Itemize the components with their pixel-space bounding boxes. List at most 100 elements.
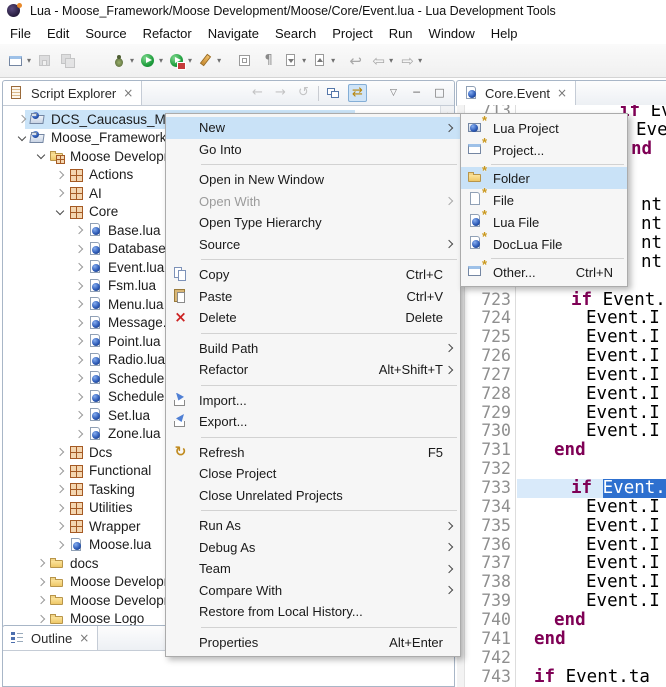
menu-refactor[interactable]: Refactor [135, 24, 200, 43]
close-icon[interactable]: × [123, 86, 133, 100]
new-wizard-button[interactable]: ▾ [5, 49, 34, 73]
chevron-right-icon[interactable] [34, 556, 49, 570]
code-line[interactable]: 727Event.I [457, 366, 666, 385]
forward-button[interactable]: ⇨▾ [396, 49, 425, 73]
chevron-right-icon[interactable] [34, 575, 49, 589]
chevron-right-icon[interactable] [34, 612, 49, 626]
dropdown-icon[interactable]: ▾ [389, 56, 393, 65]
code-line[interactable]: 740end [457, 611, 666, 630]
chevron-right-icon[interactable] [53, 482, 68, 496]
menu-item-build-path[interactable]: Build Path [166, 338, 460, 360]
code-line[interactable]: 742 [457, 649, 666, 668]
run-button[interactable]: ▾ [137, 49, 166, 73]
code-line[interactable]: 733if Event. [457, 479, 666, 498]
chevron-right-icon[interactable] [72, 371, 87, 385]
menu-item-properties[interactable]: PropertiesAlt+Enter [166, 632, 460, 654]
menu-item-run-as[interactable]: Run As [166, 515, 460, 537]
close-icon[interactable]: × [79, 631, 89, 645]
dropdown-icon[interactable]: ▾ [331, 56, 335, 65]
menu-item-open-type-hierarchy[interactable]: Open Type Hierarchy [166, 212, 460, 234]
chevron-right-icon[interactable] [72, 223, 87, 237]
dropdown-icon[interactable]: ▾ [188, 56, 192, 65]
dropdown-icon[interactable]: ▾ [418, 56, 422, 65]
run-last-button[interactable]: ▾ [166, 49, 195, 73]
last-edit-button[interactable]: ↩ [344, 49, 367, 73]
menu-item-source[interactable]: Source [166, 234, 460, 256]
menu-file[interactable]: File [2, 24, 39, 43]
menu-item-debug-as[interactable]: Debug As [166, 537, 460, 559]
chevron-right-icon[interactable] [53, 464, 68, 478]
menu-item-team[interactable]: Team [166, 558, 460, 580]
code-line[interactable]: 723if Event. [457, 291, 666, 310]
menu-item-doclua-file[interactable]: *DocLua File [461, 233, 627, 255]
menu-item-close-project[interactable]: Close Project [166, 463, 460, 485]
code-line[interactable]: 743if Event.ta [457, 668, 666, 687]
code-line[interactable]: 739Event.I [457, 592, 666, 611]
code-line[interactable]: 731end [457, 441, 666, 460]
open-element-button[interactable] [234, 49, 257, 73]
menu-item-open-with[interactable]: Open With [166, 191, 460, 213]
menu-window[interactable]: Window [421, 24, 483, 43]
chevron-right-icon[interactable] [72, 334, 87, 348]
chevron-right-icon[interactable] [72, 353, 87, 367]
tab-core-event[interactable]: Core.Event × [457, 81, 576, 105]
menu-item-go-into[interactable]: Go Into [166, 139, 460, 161]
code-line[interactable]: 730Event.I [457, 422, 666, 441]
chevron-right-icon[interactable] [53, 538, 68, 552]
chevron-right-icon[interactable] [53, 168, 68, 182]
dropdown-icon[interactable]: ▾ [130, 56, 134, 65]
chevron-right-icon[interactable] [72, 297, 87, 311]
se-back-icon[interactable]: ← [249, 85, 266, 101]
chevron-right-icon[interactable] [53, 445, 68, 459]
code-line[interactable]: 726Event.I [457, 347, 666, 366]
menu-item-close-unrelated-projects[interactable]: Close Unrelated Projects [166, 485, 460, 507]
close-icon[interactable]: × [557, 86, 567, 100]
code-line[interactable]: 735Event.I [457, 517, 666, 536]
show-ws-button[interactable]: ¶ [257, 49, 280, 73]
menu-project[interactable]: Project [324, 24, 380, 43]
menu-item-compare-with[interactable]: Compare With [166, 580, 460, 602]
code-line[interactable]: 736Event.I [457, 536, 666, 555]
code-line[interactable]: 728Event.I [457, 385, 666, 404]
chevron-right-icon[interactable] [53, 519, 68, 533]
menu-search[interactable]: Search [267, 24, 324, 43]
menu-item-export[interactable]: Export... [166, 411, 460, 433]
menu-item-copy[interactable]: CopyCtrl+C [166, 264, 460, 286]
menu-item-refactor[interactable]: RefactorAlt+Shift+T [166, 359, 460, 381]
save-all-button[interactable] [57, 49, 80, 73]
chevron-right-icon[interactable] [72, 279, 87, 293]
dropdown-icon[interactable]: ▾ [302, 56, 306, 65]
menu-item-import[interactable]: Import... [166, 390, 460, 412]
code-line[interactable]: 724Event.I [457, 309, 666, 328]
menu-item-open-in-new-window[interactable]: Open in New Window [166, 169, 460, 191]
tab-script-explorer[interactable]: Script Explorer × [3, 81, 142, 105]
collapse-all-icon[interactable] [325, 85, 342, 101]
code-line[interactable]: 732 [457, 460, 666, 479]
next-annotation-button[interactable]: ▾ [280, 49, 309, 73]
dropdown-icon[interactable]: ▾ [159, 56, 163, 65]
dropdown-icon[interactable]: ▾ [217, 56, 221, 65]
chevron-down-icon[interactable] [15, 131, 30, 145]
chevron-right-icon[interactable] [72, 316, 87, 330]
menu-item-other[interactable]: *Other...Ctrl+N [461, 261, 627, 283]
tab-outline[interactable]: Outline × [3, 626, 98, 650]
code-line[interactable]: 725Event.I [457, 328, 666, 347]
save-button[interactable] [34, 49, 57, 73]
se-up-icon[interactable]: ↺ [295, 85, 312, 101]
chevron-right-icon[interactable] [72, 408, 87, 422]
menu-run[interactable]: Run [381, 24, 421, 43]
dropdown-icon[interactable]: ▾ [27, 56, 31, 65]
prev-annotation-button[interactable]: ▾ [309, 49, 338, 73]
code-line[interactable]: 741end [457, 630, 666, 649]
link-editor-icon[interactable]: ⇄ [348, 84, 367, 102]
menu-item-delete[interactable]: ×DeleteDelete [166, 307, 460, 329]
chevron-right-icon[interactable] [34, 593, 49, 607]
chevron-right-icon[interactable] [53, 186, 68, 200]
minimize-icon[interactable]: ─ [408, 85, 425, 101]
menu-item-paste[interactable]: PasteCtrl+V [166, 286, 460, 308]
menu-item-restore-from-local-history[interactable]: Restore from Local History... [166, 601, 460, 623]
back-button[interactable]: ⇦▾ [367, 49, 396, 73]
menu-item-project[interactable]: *Project... [461, 139, 627, 161]
external-tools-button[interactable]: ▾ [195, 49, 224, 73]
se-forward-icon[interactable]: → [272, 85, 289, 101]
